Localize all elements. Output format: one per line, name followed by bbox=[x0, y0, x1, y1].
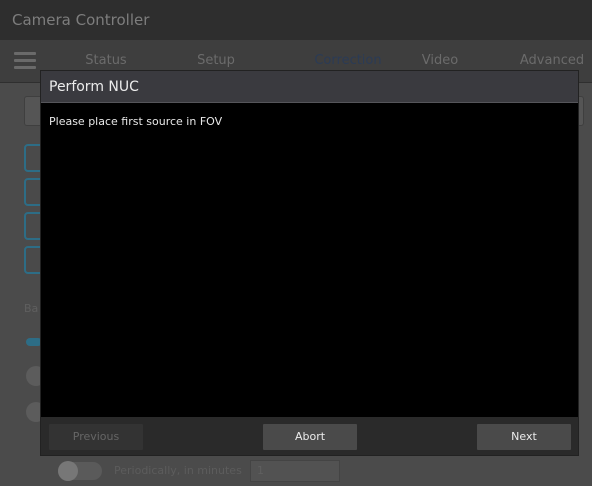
periodic-label: Periodically, in minutes bbox=[114, 464, 242, 477]
hamburger-menu-icon[interactable] bbox=[14, 52, 36, 69]
previous-button[interactable]: Previous bbox=[49, 424, 143, 450]
abort-button[interactable]: Abort bbox=[263, 424, 357, 450]
dialog-message: Please place first source in FOV bbox=[49, 115, 223, 128]
background-section-label: Ba bbox=[24, 302, 39, 315]
perform-nuc-dialog: Perform NUC Please place first source in… bbox=[40, 70, 579, 456]
dialog-title: Perform NUC bbox=[41, 71, 578, 103]
camera-controller-window: Camera Controller Status Setup Correctio… bbox=[0, 0, 592, 486]
next-button[interactable]: Next bbox=[477, 424, 571, 450]
window-title: Camera Controller bbox=[0, 0, 592, 40]
dialog-footer: Previous Abort Next bbox=[41, 417, 578, 455]
periodic-toggle bbox=[58, 461, 102, 481]
periodic-minutes-input: 1 bbox=[250, 460, 340, 482]
